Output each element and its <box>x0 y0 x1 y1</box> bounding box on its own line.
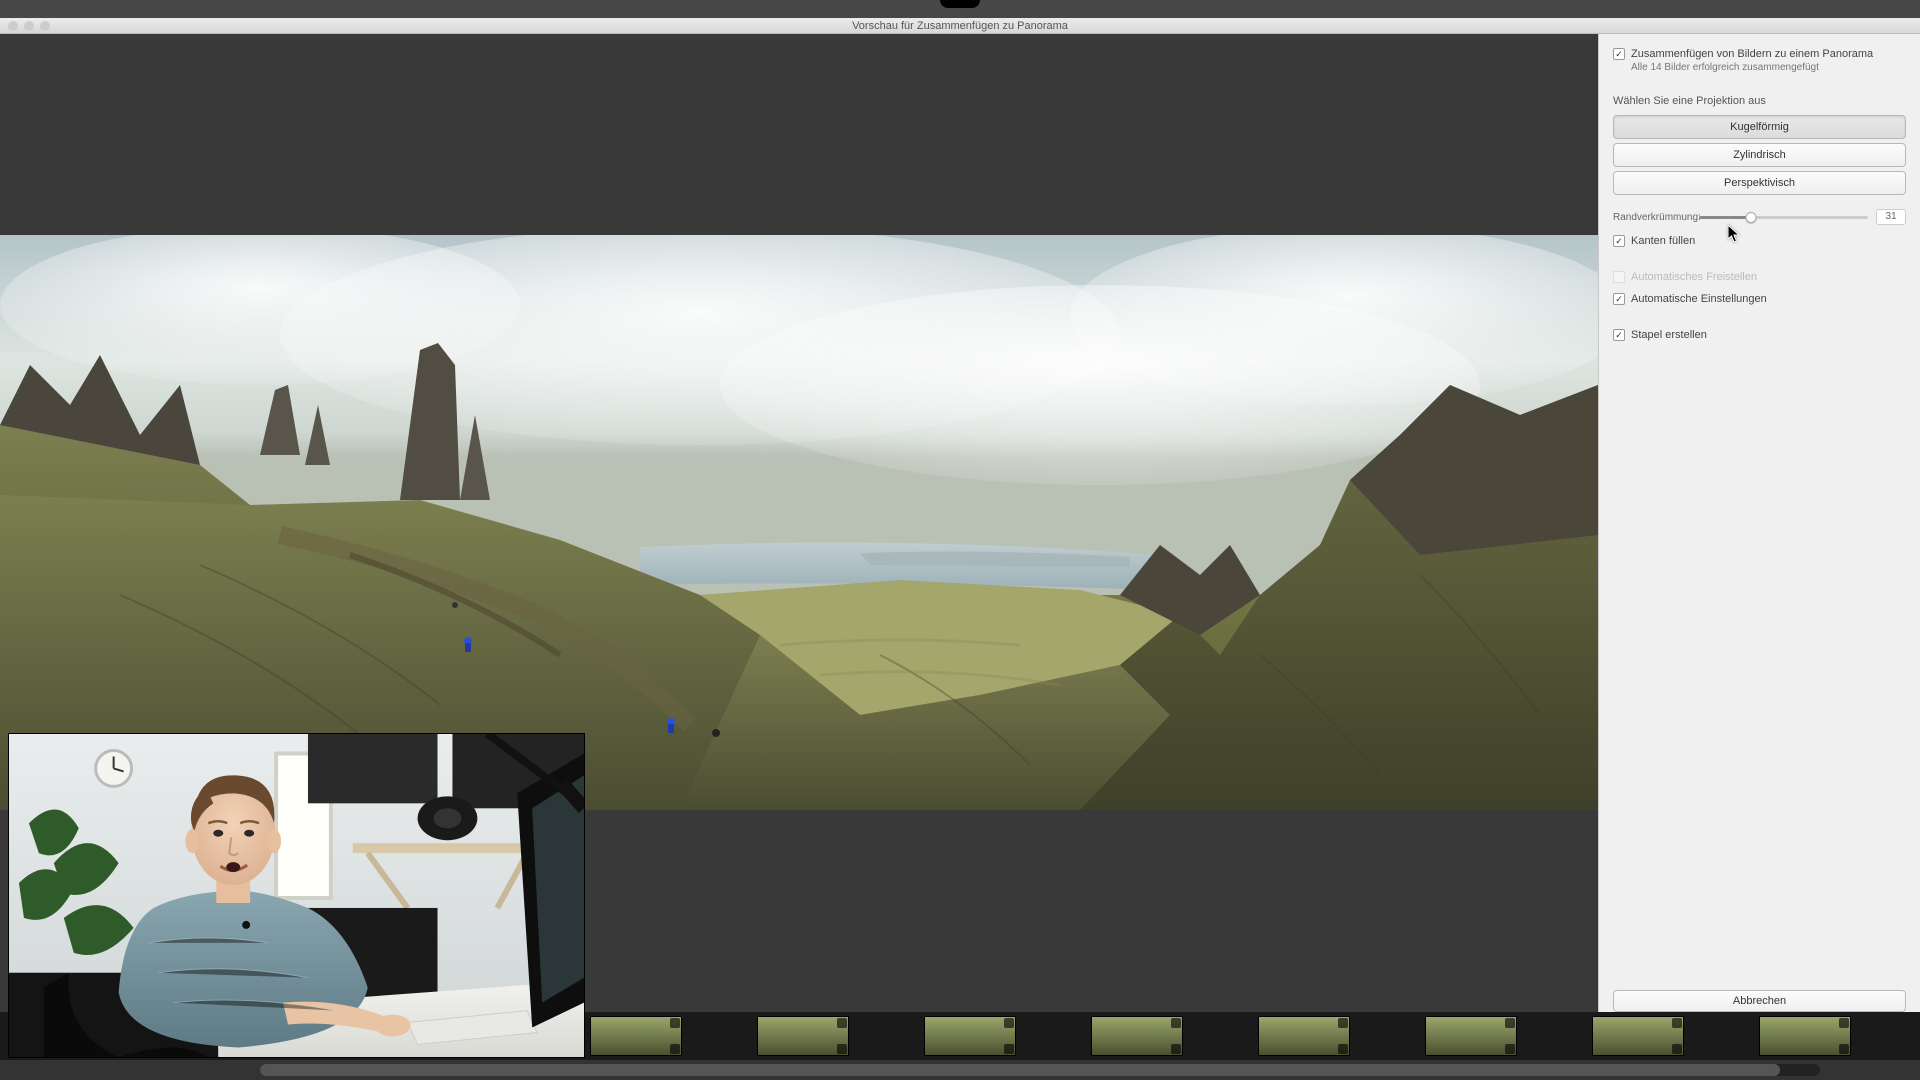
auto-crop-row: Automatisches Freistellen <box>1613 271 1906 283</box>
scrollbar-thumb[interactable] <box>260 1064 1780 1076</box>
thumbnail[interactable] <box>1759 1016 1851 1056</box>
create-stack-row[interactable]: Stapel erstellen <box>1613 329 1906 341</box>
thumbnail[interactable] <box>924 1016 1016 1056</box>
auto-settings-row[interactable]: Automatische Einstellungen <box>1613 293 1906 305</box>
macos-menubar <box>0 0 1920 18</box>
panorama-image <box>0 235 1598 810</box>
notch <box>940 0 980 8</box>
thumbnail[interactable] <box>757 1016 849 1056</box>
projection-cylindrical-button[interactable]: Zylindrisch <box>1613 143 1906 167</box>
merge-status: Alle 14 Bilder erfolgreich zusammengefüg… <box>1631 62 1906 73</box>
auto-crop-label: Automatisches Freistellen <box>1631 271 1757 283</box>
presenter-webcam-overlay <box>8 733 585 1058</box>
merge-info-icon <box>1613 48 1625 60</box>
boundary-warp-label: Randverkrümmung: <box>1613 212 1691 223</box>
filmstrip-scrollbar[interactable] <box>260 1064 1820 1076</box>
window-title: Vorschau für Zusammenfügen zu Panorama <box>852 20 1068 32</box>
auto-settings-checkbox[interactable] <box>1613 293 1625 305</box>
boundary-warp-value[interactable]: 31 <box>1876 209 1906 225</box>
projection-perspective-button[interactable]: Perspektivisch <box>1613 171 1906 195</box>
projection-spherical-button[interactable]: Kugelförmig <box>1613 115 1906 139</box>
create-stack-label: Stapel erstellen <box>1631 329 1707 341</box>
auto-settings-label: Automatische Einstellungen <box>1631 293 1767 305</box>
auto-crop-checkbox <box>1613 271 1625 283</box>
fill-edges-checkbox[interactable] <box>1613 235 1625 247</box>
fill-edges-label: Kanten füllen <box>1631 235 1695 247</box>
boundary-warp-row: Randverkrümmung: 31 <box>1613 209 1906 225</box>
fill-edges-row[interactable]: Kanten füllen <box>1613 235 1906 247</box>
boundary-warp-slider[interactable] <box>1699 216 1868 219</box>
traffic-lights[interactable] <box>8 21 50 31</box>
thumbnail[interactable] <box>1258 1016 1350 1056</box>
projection-label: Wählen Sie eine Projektion aus <box>1613 95 1906 107</box>
merge-title: Zusammenfügen von Bildern zu einem Panor… <box>1631 48 1873 60</box>
cancel-button[interactable]: Abbrechen <box>1613 990 1906 1012</box>
panorama-options-sidebar: Zusammenfügen von Bildern zu einem Panor… <box>1598 34 1920 1060</box>
window-titlebar: Vorschau für Zusammenfügen zu Panorama <box>0 18 1920 34</box>
slider-thumb[interactable] <box>1746 212 1757 223</box>
create-stack-checkbox[interactable] <box>1613 329 1625 341</box>
thumbnail[interactable] <box>1425 1016 1517 1056</box>
thumbnail[interactable] <box>590 1016 682 1056</box>
thumbnail[interactable] <box>1091 1016 1183 1056</box>
merge-title-row: Zusammenfügen von Bildern zu einem Panor… <box>1613 48 1906 60</box>
thumbnail[interactable] <box>1592 1016 1684 1056</box>
